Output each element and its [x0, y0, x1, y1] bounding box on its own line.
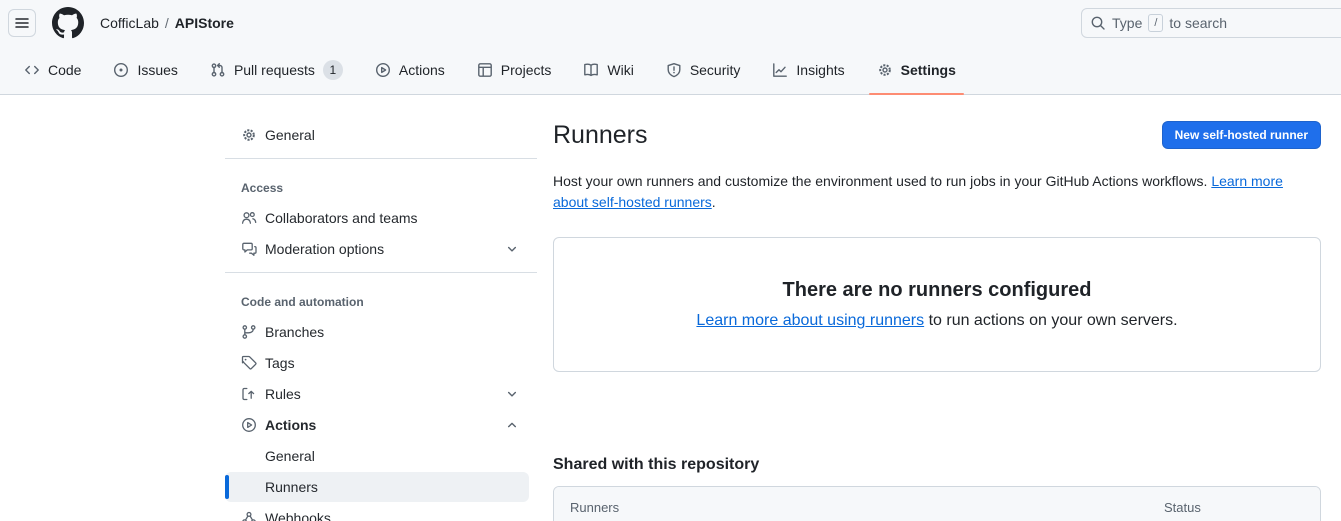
people-icon	[241, 210, 257, 226]
tab-pull-requests[interactable]: Pull requests 1	[196, 46, 357, 94]
sidebar-item-label: Webhooks	[265, 510, 331, 521]
sidebar-divider	[225, 158, 537, 159]
learn-more-using-runners-link[interactable]: Learn more about using runners	[696, 312, 924, 329]
code-icon	[24, 62, 40, 78]
three-bars-icon	[14, 15, 30, 31]
search-placeholder-suffix: to search	[1169, 15, 1227, 31]
sidebar-item-label: Tags	[265, 355, 295, 371]
sidebar-item-label: Collaborators and teams	[265, 210, 418, 226]
global-search-input[interactable]: Type / to search	[1081, 8, 1341, 38]
runners-description: Host your own runners and customize the …	[553, 171, 1321, 213]
sidebar-item-general[interactable]: General	[225, 120, 529, 150]
github-logo-icon[interactable]	[52, 7, 84, 39]
app-header: CofficLab / APIStore Type / to search Co…	[0, 0, 1341, 95]
description-text: Host your own runners and customize the …	[553, 173, 1207, 189]
tab-label: Code	[48, 62, 81, 78]
sidebar-item-actions[interactable]: Actions	[225, 410, 529, 440]
breadcrumb-separator: /	[165, 15, 169, 31]
chevron-down-icon	[505, 387, 519, 401]
tab-label: Wiki	[607, 62, 633, 78]
tab-settings[interactable]: Settings	[863, 46, 970, 94]
tab-label: Actions	[399, 62, 445, 78]
sidebar-item-webhooks[interactable]: Webhooks	[225, 503, 529, 521]
shared-runners-table-header: Runners Status	[554, 487, 1320, 521]
table-icon	[477, 62, 493, 78]
sidebar-item-branches[interactable]: Branches	[225, 317, 529, 347]
gear-icon	[241, 127, 257, 143]
tab-projects[interactable]: Projects	[463, 46, 566, 94]
new-self-hosted-runner-button[interactable]: New self-hosted runner	[1162, 121, 1321, 149]
sidebar-item-label: Branches	[265, 324, 324, 340]
shared-section-heading: Shared with this repository	[553, 456, 1321, 474]
shield-icon	[666, 62, 682, 78]
sidebar-item-label: Runners	[265, 479, 318, 495]
play-icon	[375, 62, 391, 78]
tab-label: Projects	[501, 62, 552, 78]
git-branch-icon	[241, 324, 257, 340]
blankslate-suffix: to run actions on your own servers.	[924, 312, 1177, 329]
issue-opened-icon	[113, 62, 129, 78]
sidebar-item-label: Rules	[265, 386, 301, 402]
blankslate-heading: There are no runners configured	[783, 279, 1092, 302]
pull-requests-count-badge: 1	[323, 60, 343, 80]
tab-label: Security	[690, 62, 741, 78]
tab-security[interactable]: Security	[652, 46, 755, 94]
shared-runners-table: Runners Status	[553, 486, 1321, 521]
sidebar-item-moderation[interactable]: Moderation options	[225, 234, 529, 264]
sidebar-item-collaborators[interactable]: Collaborators and teams	[225, 203, 529, 233]
sidebar-section-code-automation: Code and automation	[225, 281, 537, 316]
no-runners-blankslate: There are no runners configured Learn mo…	[553, 237, 1321, 372]
rules-icon	[241, 386, 257, 402]
chevron-down-icon	[505, 242, 519, 256]
page-title: Runners	[553, 121, 648, 150]
tab-issues[interactable]: Issues	[99, 46, 191, 94]
description-period: .	[712, 194, 716, 210]
sidebar-item-label: General	[265, 448, 315, 464]
book-icon	[583, 62, 599, 78]
sidebar-section-access: Access	[225, 167, 537, 202]
chevron-up-icon	[505, 418, 519, 432]
gear-icon	[877, 62, 893, 78]
graph-icon	[772, 62, 788, 78]
tab-wiki[interactable]: Wiki	[569, 46, 647, 94]
sidebar-item-actions-runners[interactable]: Runners	[225, 472, 529, 502]
sidebar-item-actions-general[interactable]: General	[225, 441, 529, 471]
settings-sidebar: General Access Collaborators and teams M…	[225, 95, 537, 521]
search-icon	[1090, 15, 1106, 31]
hamburger-menu-button[interactable]	[8, 9, 36, 37]
blankslate-text: Learn more about using runners to run ac…	[696, 312, 1177, 330]
tab-insights[interactable]: Insights	[758, 46, 858, 94]
tab-label: Insights	[796, 62, 844, 78]
sidebar-divider	[225, 272, 537, 273]
webhook-icon	[241, 510, 257, 521]
slash-keycap: /	[1148, 14, 1163, 32]
comment-discussion-icon	[241, 241, 257, 257]
tab-label: Settings	[901, 62, 956, 78]
sidebar-item-tags[interactable]: Tags	[225, 348, 529, 378]
breadcrumb: CofficLab / APIStore	[100, 15, 234, 31]
play-icon	[241, 417, 257, 433]
sidebar-item-rules[interactable]: Rules	[225, 379, 529, 409]
sidebar-item-label: Moderation options	[265, 241, 384, 257]
column-header-status: Status	[1164, 500, 1304, 515]
breadcrumb-org[interactable]: CofficLab	[100, 15, 159, 31]
breadcrumb-repo[interactable]: APIStore	[175, 15, 234, 31]
tag-icon	[241, 355, 257, 371]
runners-settings-panel: Runners New self-hosted runner Host your…	[537, 95, 1341, 521]
tab-label: Pull requests	[234, 62, 315, 78]
tab-actions[interactable]: Actions	[361, 46, 459, 94]
tab-label: Issues	[137, 62, 177, 78]
git-pull-request-icon	[210, 62, 226, 78]
sidebar-item-label: General	[265, 127, 315, 143]
repo-nav: Code Issues Pull requests 1 Actions Proj…	[0, 46, 1341, 95]
column-header-runners: Runners	[570, 500, 1164, 515]
sidebar-item-label: Actions	[265, 417, 316, 433]
tab-code[interactable]: Code	[10, 46, 95, 94]
search-placeholder-prefix: Type	[1112, 15, 1142, 31]
